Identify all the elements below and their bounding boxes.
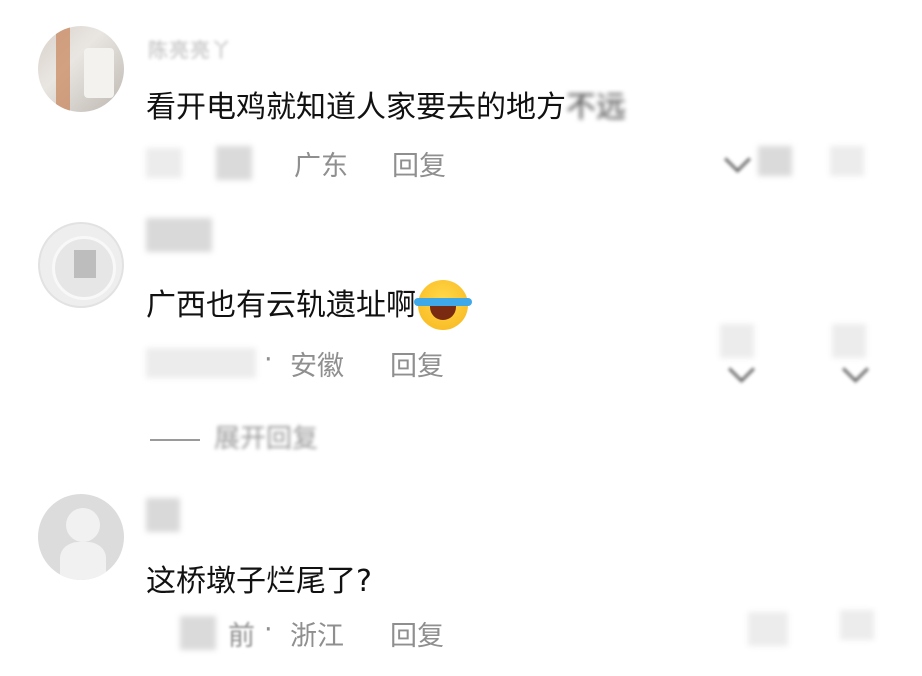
username-redacted[interactable] — [146, 218, 212, 252]
avatar[interactable] — [38, 222, 124, 308]
comment-text-tail: 不远 — [566, 90, 626, 125]
location-separator: · — [264, 344, 273, 375]
location: 广东 — [294, 151, 348, 182]
username[interactable]: 陈亮亮丫 — [148, 34, 232, 63]
comment-text: 广西也有云轨遗址啊 — [146, 279, 472, 332]
timestamp-redacted — [180, 616, 216, 650]
avatar[interactable] — [38, 26, 124, 112]
divider — [150, 438, 200, 441]
location-separator: · — [264, 614, 273, 645]
dislike-icon[interactable] — [748, 612, 788, 646]
laughing-crying-emoji-icon — [414, 279, 472, 330]
location: 安徽 — [290, 351, 344, 382]
expand-replies-label: 展开回复 — [214, 424, 319, 454]
chevron-down-icon[interactable] — [724, 146, 751, 173]
expand-replies-button[interactable]: 展开回复 — [150, 418, 318, 455]
comment-text: 这桥墩子烂尾了? — [146, 564, 372, 599]
timestamp-redacted — [146, 348, 256, 378]
timestamp-redacted — [146, 148, 182, 178]
reply-button[interactable]: 回复 — [390, 614, 444, 653]
avatar[interactable] — [38, 494, 124, 580]
chevron-down-icon[interactable] — [842, 356, 869, 383]
username-redacted[interactable] — [146, 498, 180, 532]
comment-text-main: 看开电鸡就知道人家要去的地方 — [146, 90, 566, 125]
comment-text-main: 广西也有云轨遗址啊 — [146, 288, 416, 323]
time-suffix: 前 — [228, 621, 255, 652]
location: 浙江 — [290, 621, 344, 652]
timestamp-redacted — [216, 146, 252, 180]
like-icon[interactable] — [840, 610, 874, 640]
like-count-redacted — [758, 146, 792, 176]
reply-button[interactable]: 回复 — [392, 144, 446, 183]
dislike-icon[interactable] — [720, 324, 754, 358]
comment-text: 看开电鸡就知道人家要去的地方不远 — [146, 82, 626, 126]
reply-button[interactable]: 回复 — [390, 344, 444, 383]
like-icon[interactable] — [832, 324, 866, 358]
chevron-down-icon[interactable] — [728, 356, 755, 383]
like-icon[interactable] — [830, 146, 864, 176]
